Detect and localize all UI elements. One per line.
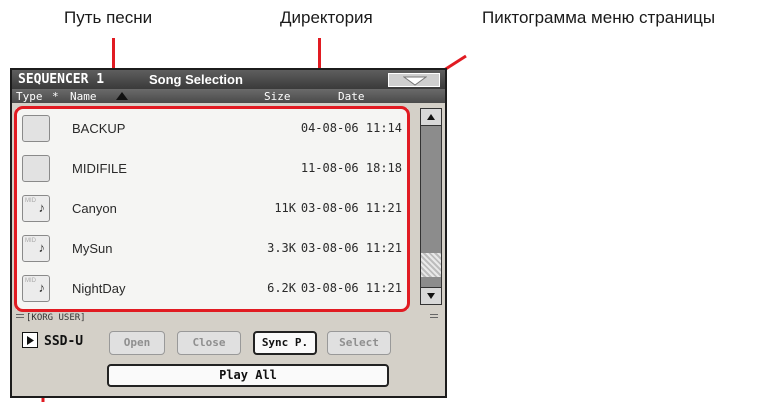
window-title: SEQUENCER 1 <box>18 72 105 87</box>
select-button[interactable]: Select <box>327 331 391 355</box>
sort-ascending-icon <box>116 92 128 100</box>
grip-right-icon <box>430 314 438 320</box>
column-star[interactable]: * <box>52 90 59 103</box>
column-size[interactable]: Size <box>264 90 291 103</box>
scroll-down-button[interactable] <box>421 287 441 304</box>
sync-p-button[interactable]: Sync P. <box>253 331 317 355</box>
arrow-down-icon <box>427 293 435 299</box>
song-path: [KORG USER] <box>26 313 86 323</box>
page-menu-triangle-icon <box>403 76 427 86</box>
column-name[interactable]: Name <box>70 90 97 103</box>
song-selection-screen: SEQUENCER 1 Song Selection Type * Name S… <box>10 68 447 398</box>
play-all-button[interactable]: Play All <box>107 364 389 387</box>
window-subtitle: Song Selection <box>149 72 243 87</box>
close-button[interactable]: Close <box>177 331 241 355</box>
grip-left-icon <box>16 314 24 320</box>
scroll-thumb[interactable] <box>421 253 441 277</box>
page-menu-button[interactable] <box>388 73 440 87</box>
directory-highlight <box>14 106 410 312</box>
column-date[interactable]: Date <box>338 90 365 103</box>
device-name: SSD-U <box>44 334 84 349</box>
title-bar: SEQUENCER 1 Song Selection <box>12 70 445 89</box>
scrollbar[interactable] <box>420 108 442 305</box>
column-type[interactable]: Type <box>16 90 43 103</box>
open-button[interactable]: Open <box>109 331 165 355</box>
device-select-button[interactable] <box>22 332 38 348</box>
play-triangle-icon <box>27 336 34 345</box>
column-header: Type * Name Size Date <box>12 89 445 103</box>
scroll-up-button[interactable] <box>421 109 441 126</box>
arrow-up-icon <box>427 114 435 120</box>
